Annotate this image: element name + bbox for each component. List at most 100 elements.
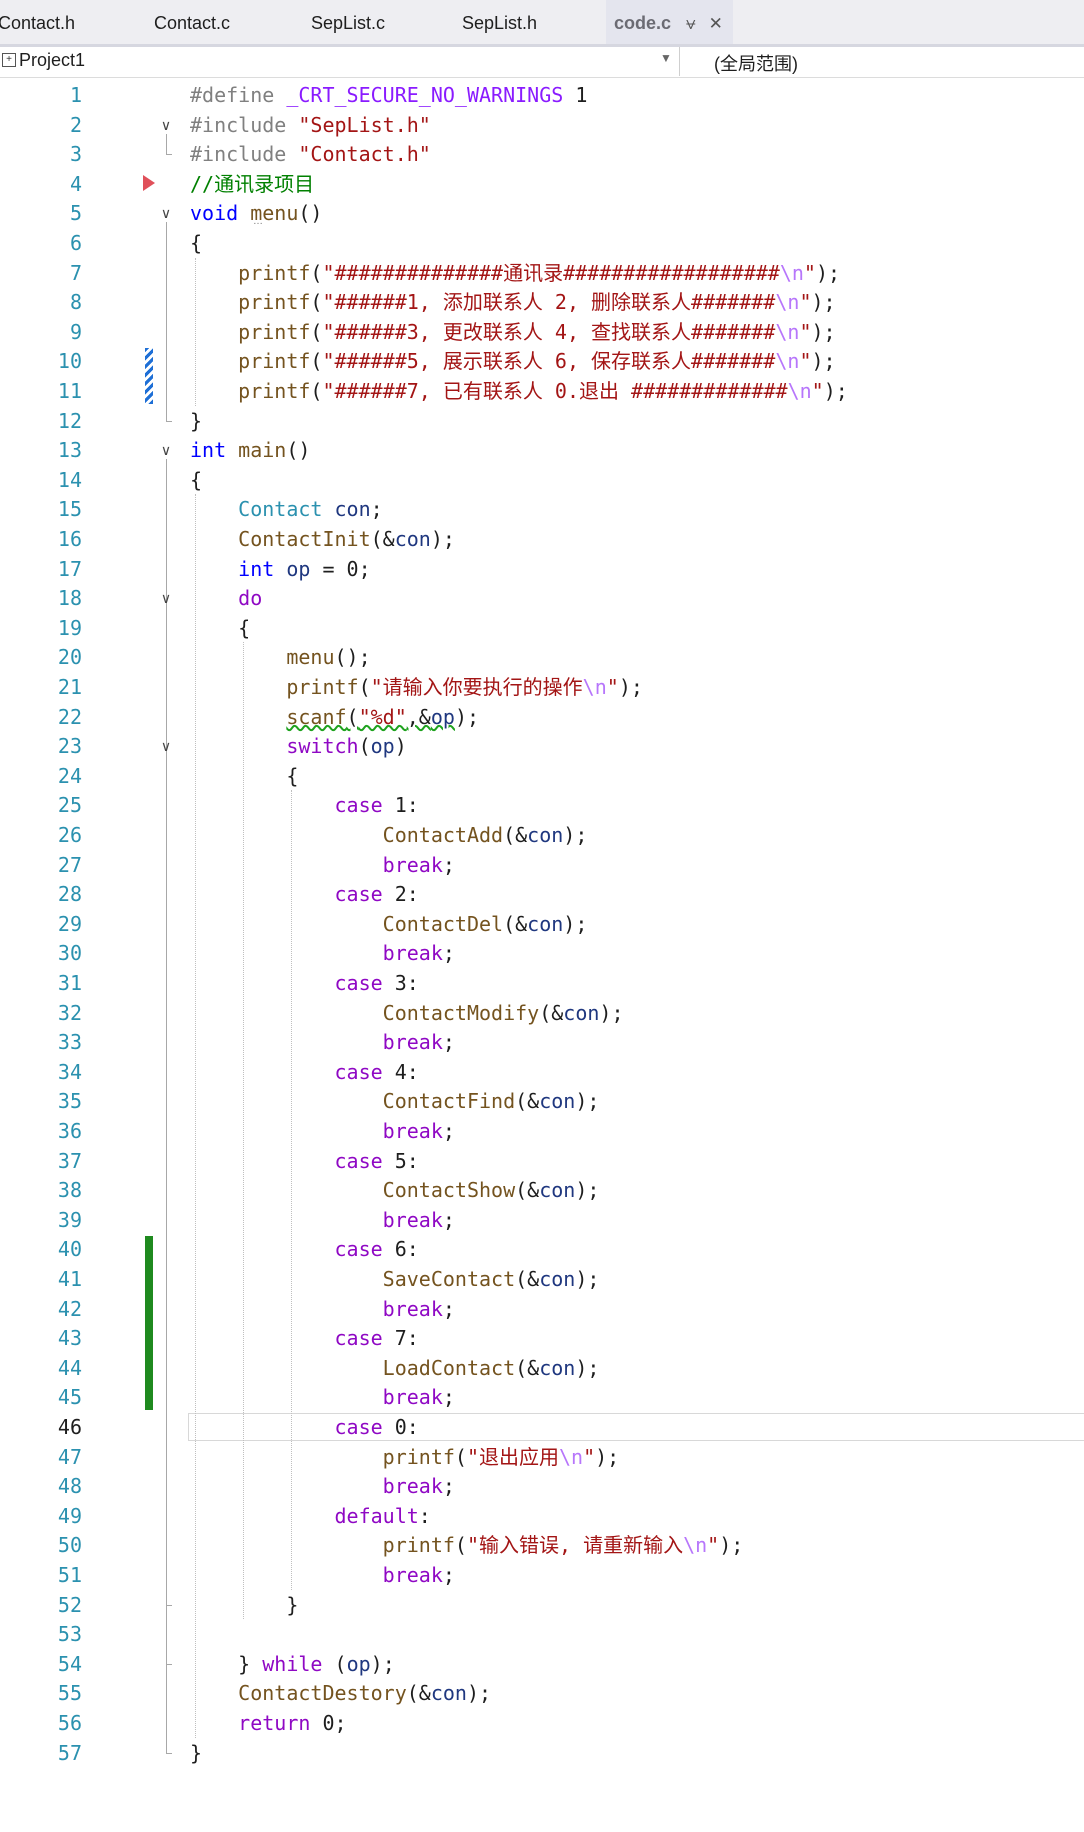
code-line[interactable]: 22 scanf("%d",&op); — [0, 702, 1084, 732]
code-line[interactable]: 41 SaveContact(&con); — [0, 1264, 1084, 1294]
code-line[interactable]: 6{ — [0, 228, 1084, 258]
code-line[interactable]: 4 //通讯录项目 — [0, 169, 1084, 199]
code-text[interactable]: case 2: — [190, 879, 419, 909]
code-line[interactable]: 47 printf("退出应用\n"); — [0, 1442, 1084, 1472]
code-line[interactable]: 13 int main() — [0, 435, 1084, 465]
code-text[interactable]: printf("##############通讯录###############… — [190, 258, 840, 288]
tab-code-c[interactable]: code.c ⩝ ✕ — [606, 0, 733, 44]
code-text[interactable]: case 1: — [190, 790, 419, 820]
code-line[interactable]: 29 ContactDel(&con); — [0, 909, 1084, 939]
code-line[interactable]: 32 ContactModify(&con); — [0, 998, 1084, 1028]
scope-dropdown[interactable]: (全局范围) — [714, 50, 798, 76]
code-text[interactable]: printf("请输入你要执行的操作\n"); — [190, 672, 643, 702]
code-text[interactable]: #include "Contact.h" — [190, 139, 431, 169]
code-line[interactable]: 7 printf("##############通讯录#############… — [0, 258, 1084, 288]
tab-seplist-h[interactable]: SepList.h — [462, 0, 537, 44]
code-text[interactable]: { — [190, 465, 202, 495]
code-editor[interactable]: ∨ ∨ ∨ ∨ ∨ 1 #define _CRT_SECURE_NO_WARNINGS 12… — [0, 78, 1084, 1832]
code-text[interactable]: int op = 0; — [190, 554, 370, 584]
code-line[interactable]: 53 — [0, 1619, 1084, 1649]
code-text[interactable]: ContactShow(&con); — [190, 1175, 600, 1205]
code-text[interactable]: { — [190, 228, 202, 258]
code-text[interactable]: } — [190, 1738, 202, 1768]
code-text[interactable]: break; — [190, 938, 455, 968]
code-line[interactable]: 51 break; — [0, 1560, 1084, 1590]
code-text[interactable]: return 0; — [190, 1708, 346, 1738]
code-text[interactable]: ContactModify(&con); — [190, 998, 624, 1028]
code-line[interactable]: 49 default: — [0, 1501, 1084, 1531]
code-line[interactable]: 48 break; — [0, 1471, 1084, 1501]
code-line[interactable]: 33 break; — [0, 1027, 1084, 1057]
code-text[interactable]: } — [190, 1590, 298, 1620]
code-line[interactable]: 9 printf("######3, 更改联系人 4, 查找联系人#######… — [0, 317, 1084, 347]
code-line[interactable]: 21 printf("请输入你要执行的操作\n"); — [0, 672, 1084, 702]
close-icon[interactable]: ✕ — [709, 1, 723, 44]
code-line[interactable]: 5 void menu()… — [0, 198, 1084, 228]
pin-icon[interactable]: ⩝ — [686, 1, 696, 44]
code-line[interactable]: 31 case 3: — [0, 968, 1084, 998]
code-text[interactable]: case 5: — [190, 1146, 419, 1176]
code-line[interactable]: 24 { — [0, 761, 1084, 791]
code-line[interactable]: 42 break; — [0, 1294, 1084, 1324]
code-text[interactable]: LoadContact(&con); — [190, 1353, 600, 1383]
code-text[interactable]: case 4: — [190, 1057, 419, 1087]
code-line[interactable]: 28 case 2: — [0, 879, 1084, 909]
code-text[interactable]: printf("输入错误, 请重新输入\n"); — [190, 1530, 744, 1560]
code-line[interactable]: 52 } — [0, 1590, 1084, 1620]
code-text[interactable]: #define _CRT_SECURE_NO_WARNINGS 1 — [190, 80, 587, 110]
code-line[interactable]: 1 #define _CRT_SECURE_NO_WARNINGS 1 — [0, 80, 1084, 110]
code-text[interactable]: break; — [190, 1294, 455, 1324]
code-line[interactable]: 27 break; — [0, 850, 1084, 880]
code-line[interactable]: 23 switch(op) — [0, 731, 1084, 761]
code-line[interactable]: 54 } while (op); — [0, 1649, 1084, 1679]
code-line[interactable]: 3 #include "Contact.h" — [0, 139, 1084, 169]
code-text[interactable]: scanf("%d",&op); — [190, 702, 479, 732]
code-line[interactable]: 36 break; — [0, 1116, 1084, 1146]
code-text[interactable]: int main() — [190, 435, 310, 465]
code-line[interactable]: 43 case 7: — [0, 1323, 1084, 1353]
code-line[interactable]: 50 printf("输入错误, 请重新输入\n"); — [0, 1530, 1084, 1560]
code-line[interactable]: 38 ContactShow(&con); — [0, 1175, 1084, 1205]
code-text[interactable]: Contact con; — [190, 494, 383, 524]
code-line[interactable]: 35 ContactFind(&con); — [0, 1086, 1084, 1116]
code-text[interactable]: { — [190, 613, 250, 643]
code-line[interactable]: 44 LoadContact(&con); — [0, 1353, 1084, 1383]
code-line[interactable]: 25 case 1: — [0, 790, 1084, 820]
code-line[interactable]: 19 { — [0, 613, 1084, 643]
code-text[interactable]: ContactInit(&con); — [190, 524, 455, 554]
code-line[interactable]: 14 { — [0, 465, 1084, 495]
code-text[interactable]: break; — [190, 1471, 455, 1501]
tab-contact-c[interactable]: Contact.c — [154, 0, 230, 44]
code-text[interactable]: break; — [190, 1116, 455, 1146]
code-line[interactable]: 57} — [0, 1738, 1084, 1768]
code-text[interactable]: ContactDestory(&con); — [190, 1678, 491, 1708]
code-text[interactable]: case 0: — [190, 1412, 419, 1442]
tab-seplist-c[interactable]: SepList.c — [311, 0, 385, 44]
project-dropdown[interactable]: + Project1 ▼ — [0, 47, 680, 76]
code-text[interactable]: break; — [190, 850, 455, 880]
code-line[interactable]: 20 menu(); — [0, 642, 1084, 672]
code-text[interactable]: //通讯录项目 — [190, 169, 314, 199]
code-text[interactable]: ContactAdd(&con); — [190, 820, 588, 850]
code-line[interactable]: 55 ContactDestory(&con); — [0, 1678, 1084, 1708]
code-line[interactable]: 30 break; — [0, 938, 1084, 968]
code-line[interactable]: 10 printf("######5, 展示联系人 6, 保存联系人######… — [0, 346, 1084, 376]
code-line[interactable]: 56 return 0; — [0, 1708, 1084, 1738]
code-text[interactable]: printf("退出应用\n"); — [190, 1442, 620, 1472]
code-line[interactable]: 37 case 5: — [0, 1146, 1084, 1176]
code-text[interactable]: ContactFind(&con); — [190, 1086, 600, 1116]
code-text[interactable]: } — [190, 406, 202, 436]
code-text[interactable]: do — [190, 583, 262, 613]
code-line[interactable]: 34 case 4: — [0, 1057, 1084, 1087]
code-text[interactable]: break; — [190, 1027, 455, 1057]
code-text[interactable]: menu(); — [190, 642, 370, 672]
code-line[interactable]: 18 do — [0, 583, 1084, 613]
code-text[interactable]: ContactDel(&con); — [190, 909, 588, 939]
code-text[interactable]: default: — [190, 1501, 431, 1531]
warning-squiggle[interactable]: scanf("%d",&op — [286, 705, 455, 729]
code-line[interactable]: 16 ContactInit(&con); — [0, 524, 1084, 554]
code-text[interactable]: break; — [190, 1205, 455, 1235]
code-line[interactable]: 11 printf("######7, 已有联系人 0.退出 #########… — [0, 376, 1084, 406]
code-line[interactable]: 15 Contact con; — [0, 494, 1084, 524]
code-text[interactable]: printf("######5, 展示联系人 6, 保存联系人#######\n… — [190, 346, 835, 376]
